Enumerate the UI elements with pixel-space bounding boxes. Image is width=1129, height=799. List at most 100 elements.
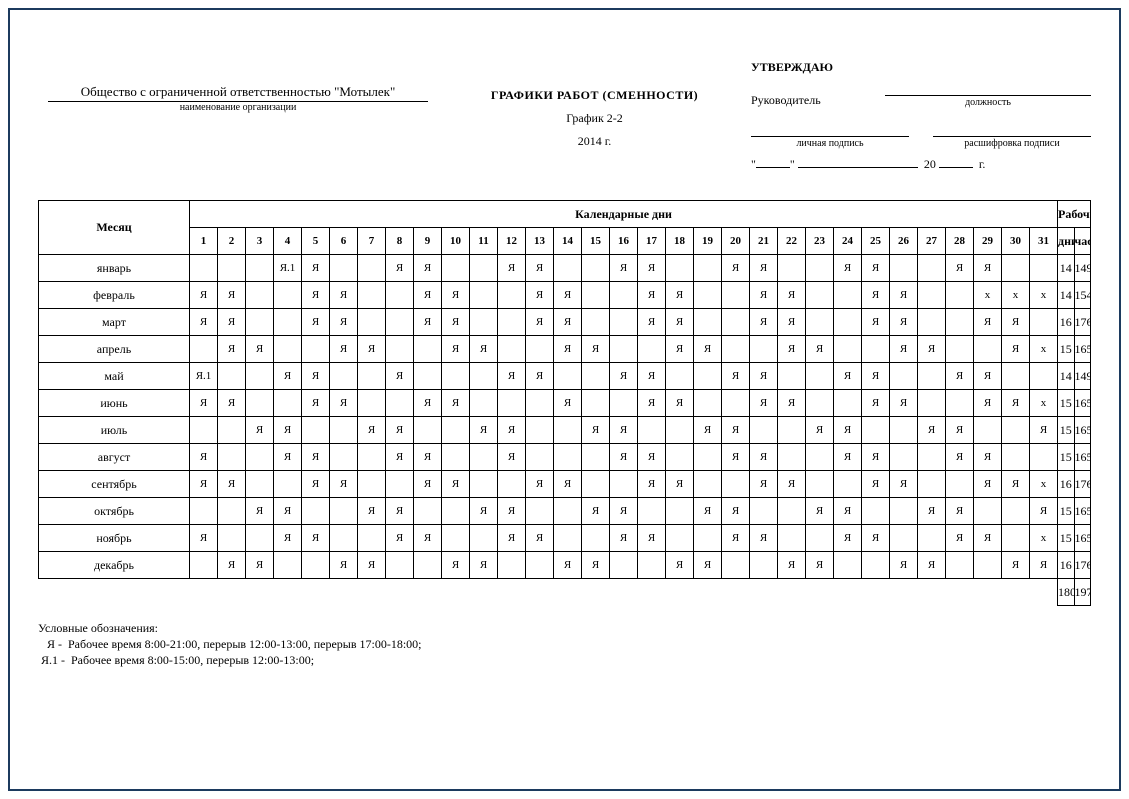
day-cell: Я [722, 525, 750, 552]
table-row: октябрьЯЯЯЯЯЯЯЯЯЯЯЯЯЯЯ15165 [39, 498, 1091, 525]
month-name: август [39, 444, 190, 471]
day-cell: Я [974, 390, 1002, 417]
day-cell: Я [1030, 552, 1058, 579]
day-cell [666, 525, 694, 552]
day-cell [638, 336, 666, 363]
day-cell [806, 390, 834, 417]
day-cell [610, 309, 638, 336]
day-cell [722, 471, 750, 498]
day-cell: Я [638, 309, 666, 336]
day-cell: Я [526, 255, 554, 282]
day-cell [694, 471, 722, 498]
day-cell [358, 390, 386, 417]
day-cell [694, 282, 722, 309]
col-day-12: 12 [498, 228, 526, 255]
day-cell [330, 363, 358, 390]
day-cell: Я [750, 309, 778, 336]
day-cell [722, 282, 750, 309]
day-cell [414, 498, 442, 525]
row-days: 15 [1058, 417, 1075, 444]
day-cell: Я [1030, 417, 1058, 444]
day-cell [778, 444, 806, 471]
day-cell [526, 417, 554, 444]
day-cell: Я [610, 525, 638, 552]
day-cell [890, 444, 918, 471]
day-cell: Я [638, 255, 666, 282]
date-century: 20 [924, 157, 936, 171]
day-cell [246, 309, 274, 336]
day-cell [386, 552, 414, 579]
day-cell: Я [330, 282, 358, 309]
table-row: ноябрьЯЯЯЯЯЯЯЯЯЯЯЯЯЯЯх15165 [39, 525, 1091, 552]
day-cell: Я [414, 282, 442, 309]
day-cell [806, 525, 834, 552]
day-cell: Я [862, 390, 890, 417]
day-cell: Я [582, 336, 610, 363]
day-cell: Я [442, 552, 470, 579]
day-cell [834, 552, 862, 579]
position-label: должность [885, 96, 1091, 108]
day-cell: Я [470, 336, 498, 363]
row-hours: 149 [1074, 363, 1091, 390]
row-days: 15 [1058, 444, 1075, 471]
day-cell [750, 498, 778, 525]
day-cell: Я [302, 363, 330, 390]
day-cell [414, 417, 442, 444]
row-days: 15 [1058, 390, 1075, 417]
col-work-days: дни [1058, 228, 1075, 255]
day-cell: Я [414, 525, 442, 552]
day-cell [554, 444, 582, 471]
day-cell: Я [974, 525, 1002, 552]
day-cell: Я [498, 363, 526, 390]
day-cell: Я [274, 498, 302, 525]
day-cell: Я [498, 444, 526, 471]
day-cell: Я [974, 444, 1002, 471]
col-day-2: 2 [218, 228, 246, 255]
day-cell: Я [582, 498, 610, 525]
day-cell: Я [246, 552, 274, 579]
day-cell: Я [386, 363, 414, 390]
row-days: 16 [1058, 309, 1075, 336]
day-cell [302, 498, 330, 525]
row-days: 15 [1058, 498, 1075, 525]
col-day-17: 17 [638, 228, 666, 255]
day-cell [610, 471, 638, 498]
col-day-30: 30 [1002, 228, 1030, 255]
day-cell [946, 282, 974, 309]
day-cell: Я [638, 471, 666, 498]
day-cell: Я [610, 363, 638, 390]
day-cell [246, 363, 274, 390]
day-cell [442, 363, 470, 390]
schedule-name: График 2-2 [448, 107, 741, 130]
day-cell: Я [330, 471, 358, 498]
row-days: 14 [1058, 255, 1075, 282]
day-cell: Я [778, 309, 806, 336]
decipher-label: расшифровка подписи [933, 137, 1091, 149]
day-cell [470, 309, 498, 336]
approve-block: УТВЕРЖДАЮ Руководитель должность личная … [751, 60, 1091, 172]
row-hours: 165 [1074, 336, 1091, 363]
org-block: Общество с ограниченной ответственностью… [38, 84, 438, 113]
col-day-31: 31 [1030, 228, 1058, 255]
day-cell [526, 336, 554, 363]
day-cell [1030, 363, 1058, 390]
day-cell: Я [442, 282, 470, 309]
day-cell [778, 525, 806, 552]
org-sub-label: наименование организации [38, 102, 438, 113]
day-cell [274, 471, 302, 498]
day-cell [918, 471, 946, 498]
day-cell [806, 255, 834, 282]
day-cell [302, 336, 330, 363]
day-cell: Я [666, 552, 694, 579]
row-hours: 176 [1074, 471, 1091, 498]
day-cell [722, 309, 750, 336]
day-cell: Я [554, 471, 582, 498]
day-cell [582, 471, 610, 498]
day-cell: Я [862, 309, 890, 336]
day-cell [834, 471, 862, 498]
day-cell: х [1030, 282, 1058, 309]
day-cell [806, 309, 834, 336]
day-cell [498, 390, 526, 417]
day-cell: Я [302, 444, 330, 471]
doc-title: ГРАФИКИ РАБОТ (СМЕННОСТИ) [448, 84, 741, 107]
